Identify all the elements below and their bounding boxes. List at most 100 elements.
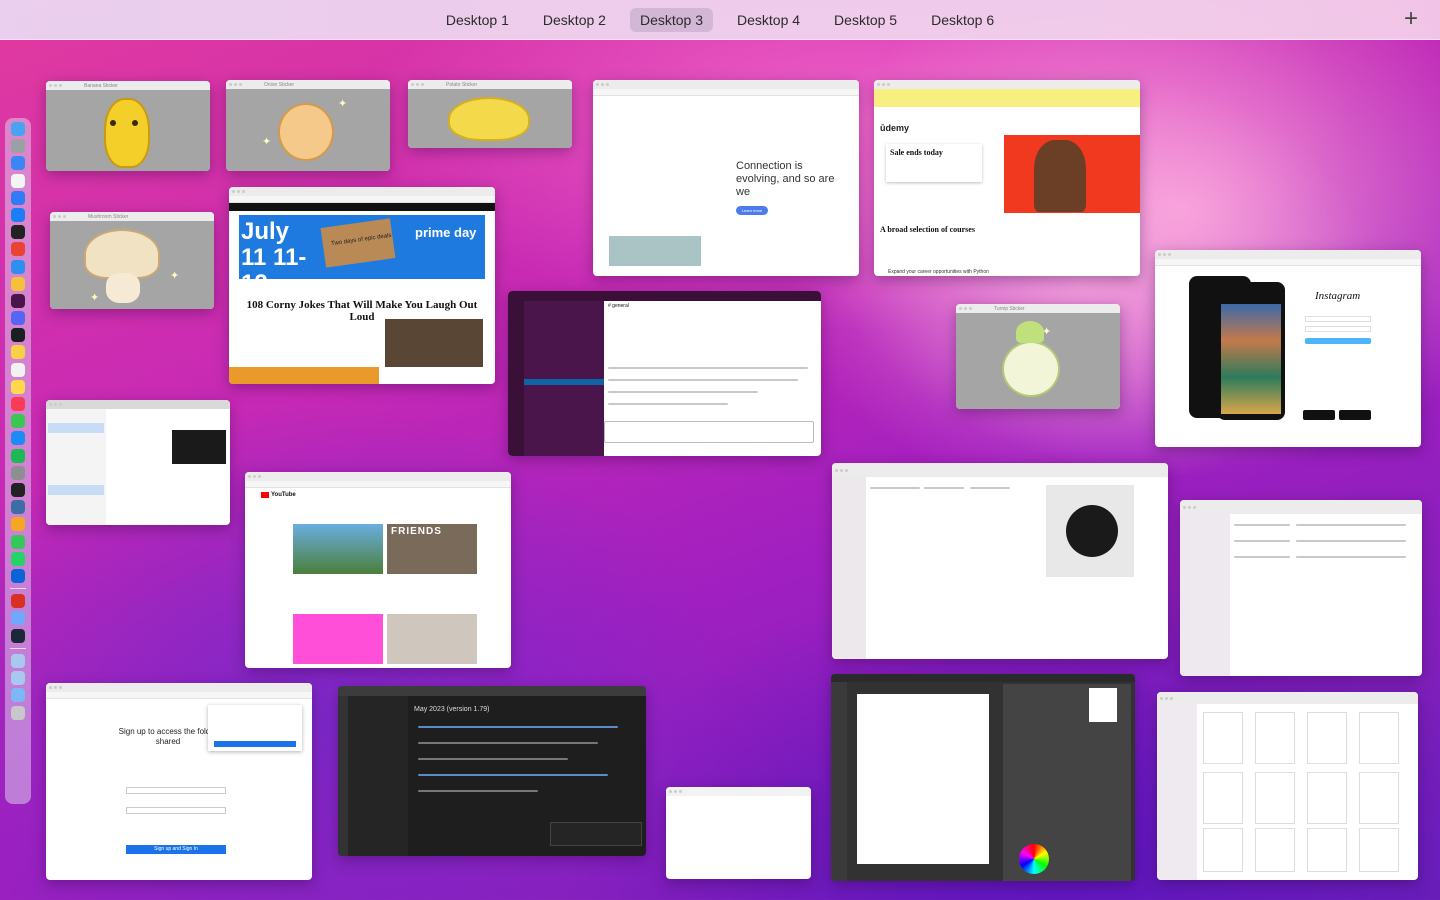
space-tab-desktop-1[interactable]: Desktop 1 xyxy=(436,8,519,32)
video-thumbnail[interactable]: FRIENDS xyxy=(387,524,477,574)
window-mail[interactable] xyxy=(1180,500,1422,676)
add-space-button[interactable]: + xyxy=(1404,6,1418,32)
music-icon[interactable] xyxy=(11,397,25,411)
file-preview xyxy=(1046,485,1134,577)
window-meta[interactable]: Connection is evolving, and so are we Le… xyxy=(593,80,859,276)
canvas[interactable] xyxy=(857,694,989,864)
window-title: Onion Sticker xyxy=(264,81,295,88)
calendar-icon[interactable] xyxy=(11,173,25,188)
window-youtube[interactable]: YouTube FRIENDS xyxy=(245,472,511,668)
whatsapp-icon[interactable] xyxy=(11,551,25,566)
settings-icon[interactable] xyxy=(11,465,25,480)
terminal-icon[interactable] xyxy=(11,225,25,240)
space-tab-desktop-6[interactable]: Desktop 6 xyxy=(921,8,1004,32)
udemy-logo[interactable]: ūdemy xyxy=(880,123,909,133)
folder-icon[interactable] xyxy=(11,654,25,668)
udemy-footer-text: Expand your career opportunities with Py… xyxy=(888,269,989,275)
steam-icon[interactable] xyxy=(11,628,25,643)
window-title: Banana Sticker xyxy=(84,82,118,89)
udemy-headline: A broad selection of courses xyxy=(880,225,975,234)
email-field[interactable] xyxy=(126,787,226,794)
window-document-viewer[interactable] xyxy=(1157,692,1418,880)
window-instagram[interactable]: Instagram xyxy=(1155,250,1421,447)
video-thumbnail[interactable] xyxy=(293,524,383,574)
messages-icon[interactable] xyxy=(11,534,25,549)
finder-icon[interactable] xyxy=(11,122,25,136)
signup-button[interactable]: Sign up and Sign In xyxy=(126,845,226,854)
window-title: Turnip Sticker xyxy=(994,305,1025,312)
prime-day-badge: prime day xyxy=(415,225,477,240)
video-thumbnail[interactable] xyxy=(293,614,383,664)
window-virtualbox[interactable] xyxy=(46,400,230,525)
udemy-sale-text: Sale ends today xyxy=(890,148,943,157)
discord-icon[interactable] xyxy=(11,311,25,326)
window-potato-sticker[interactable]: Potato Sticker xyxy=(408,80,572,148)
spaces-bar: Desktop 1 Desktop 2 Desktop 3 Desktop 4 … xyxy=(0,0,1440,40)
prime-day-dates: July 11 11-12 xyxy=(241,218,307,297)
turnip-image xyxy=(1002,341,1060,397)
onion-image xyxy=(278,103,334,161)
mushroom-image xyxy=(84,229,160,279)
mail-icon[interactable] xyxy=(11,156,25,171)
dock-separator xyxy=(10,647,26,649)
vscode-icon[interactable] xyxy=(11,259,25,274)
spotify-icon[interactable] xyxy=(11,448,25,463)
instagram-login-button[interactable] xyxy=(1305,338,1371,344)
photos-icon[interactable] xyxy=(11,276,25,291)
window-banana-sticker[interactable]: Banana Sticker xyxy=(46,81,210,171)
appstore-icon[interactable] xyxy=(11,431,25,446)
banana-image xyxy=(104,98,150,168)
potato-image xyxy=(448,97,530,141)
notes-icon[interactable] xyxy=(11,345,25,360)
meta-tagline: Connection is evolving, and so are we xyxy=(736,160,835,198)
space-tab-desktop-2[interactable]: Desktop 2 xyxy=(533,8,616,32)
slack-icon[interactable] xyxy=(11,293,25,308)
window-udemy[interactable]: ūdemy Sale ends today A broad selection … xyxy=(874,80,1140,276)
meta-learn-more-button[interactable]: Learn more xyxy=(736,206,768,215)
friends-logo: FRIENDS xyxy=(391,526,442,537)
reminders-icon[interactable] xyxy=(11,362,25,377)
color-wheel[interactable] xyxy=(1019,844,1049,874)
window-mushroom-sticker[interactable]: Mushroom Sticker ✦ ✦ xyxy=(50,212,214,309)
dock-separator xyxy=(10,588,26,590)
trash-icon[interactable] xyxy=(11,705,25,720)
window-jokes-article[interactable]: July 11 11-12 Two days of epic deals pri… xyxy=(229,187,495,384)
window-photo-editor[interactable] xyxy=(831,674,1135,881)
password-field[interactable] xyxy=(126,807,226,814)
outlook-icon[interactable] xyxy=(11,568,25,583)
github-icon[interactable] xyxy=(11,328,25,343)
safari-icon[interactable] xyxy=(11,190,25,205)
prime-day-ad[interactable]: July 11 11-12 Two days of epic deals pri… xyxy=(239,215,485,297)
udemy-sale-card: Sale ends today xyxy=(886,144,982,182)
window-blank-document[interactable] xyxy=(666,787,811,879)
release-notes-heading: May 2023 (version 1.79) xyxy=(414,706,490,713)
window-vscode[interactable]: May 2023 (version 1.79) xyxy=(338,686,646,856)
space-tab-desktop-4[interactable]: Desktop 4 xyxy=(727,8,810,32)
preview-icon[interactable] xyxy=(11,611,25,626)
stickies-icon[interactable] xyxy=(11,379,25,394)
window-finder-columns[interactable] xyxy=(832,463,1168,659)
iterm-icon[interactable] xyxy=(11,482,25,497)
video-thumbnail[interactable] xyxy=(387,614,477,664)
window-signup[interactable]: Sign up to access the folder shared Sign… xyxy=(46,683,312,880)
chrome-icon[interactable] xyxy=(11,242,25,257)
launchpad-icon[interactable] xyxy=(11,139,25,154)
window-title: Potato Sticker xyxy=(446,81,478,88)
window-onion-sticker[interactable]: Onion Sticker ✦ ✦ xyxy=(226,80,390,171)
instagram-logo: Instagram xyxy=(1315,290,1361,302)
space-tab-desktop-5[interactable]: Desktop 5 xyxy=(824,8,907,32)
virtualbox-icon[interactable] xyxy=(11,500,25,515)
facetime-icon[interactable] xyxy=(11,414,25,429)
space-tab-desktop-3[interactable]: Desktop 3 xyxy=(629,7,713,32)
xcode-icon[interactable] xyxy=(11,207,25,222)
photo-booth-icon[interactable] xyxy=(11,594,25,609)
window-slack[interactable]: # general xyxy=(508,291,821,456)
phone-mockup xyxy=(1217,282,1285,420)
chrome-canary-icon[interactable] xyxy=(11,517,25,532)
udemy-hero-image xyxy=(1034,140,1086,212)
folder-icon[interactable] xyxy=(11,671,25,686)
window-turnip-sticker[interactable]: Turnip Sticker ✦ xyxy=(956,304,1120,409)
downloads-icon[interactable] xyxy=(11,688,25,703)
signup-heading: Sign up to access the folder shared xyxy=(118,727,218,746)
youtube-logo[interactable]: YouTube xyxy=(261,492,296,498)
